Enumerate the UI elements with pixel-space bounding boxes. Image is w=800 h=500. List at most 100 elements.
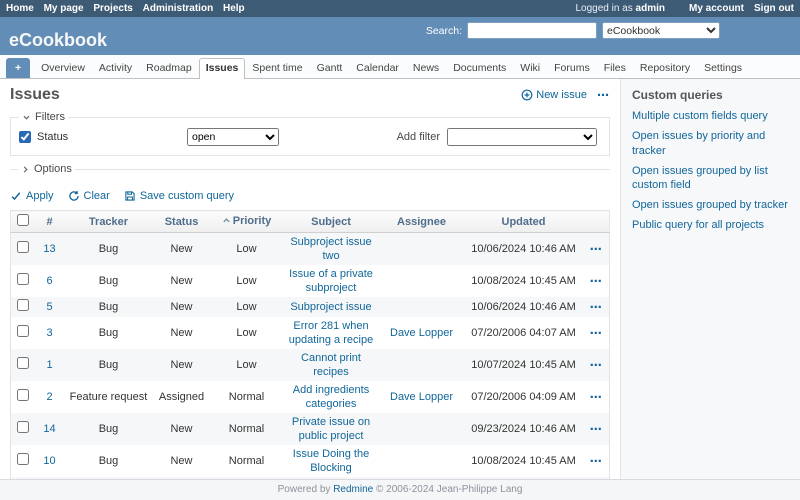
search-label: Search: bbox=[426, 25, 462, 37]
redmine-link[interactable]: Redmine bbox=[333, 484, 373, 495]
tab-gantt[interactable]: Gantt bbox=[310, 58, 350, 78]
issue-id-link[interactable]: 3 bbox=[46, 327, 52, 339]
quick-add-tab[interactable]: + bbox=[6, 58, 30, 78]
top-menu-my-page[interactable]: My page bbox=[44, 3, 84, 14]
status-filter-label[interactable]: Status bbox=[37, 131, 68, 143]
updated-cell: 07/20/2006 04:07 AM bbox=[464, 317, 584, 349]
tab-issues[interactable]: Issues bbox=[199, 58, 246, 79]
issue-id-link[interactable]: 13 bbox=[43, 243, 55, 255]
assignee-link[interactable]: Dave Lopper bbox=[390, 391, 453, 403]
row-select-checkbox[interactable] bbox=[17, 453, 29, 465]
status-operator-select[interactable]: open bbox=[187, 128, 279, 146]
filters-legend-toggle[interactable]: Filters bbox=[19, 111, 68, 123]
tab-repository[interactable]: Repository bbox=[633, 58, 697, 78]
contextual-actions: New issue ⋯ bbox=[521, 88, 610, 102]
sort-by-updated[interactable]: Updated bbox=[502, 216, 546, 228]
row-select-checkbox[interactable] bbox=[17, 325, 29, 337]
tab-files[interactable]: Files bbox=[597, 58, 633, 78]
sign-out-link[interactable]: Sign out bbox=[754, 3, 794, 14]
tab-documents[interactable]: Documents bbox=[446, 58, 513, 78]
issue-subject-link[interactable]: Issue Doing the Blocking bbox=[293, 448, 369, 474]
row-actions-menu[interactable]: ⋯ bbox=[590, 390, 603, 404]
issue-subject-link[interactable]: Private issue on public project bbox=[292, 416, 370, 442]
tab-activity[interactable]: Activity bbox=[92, 58, 139, 78]
sort-by-id[interactable]: # bbox=[46, 216, 52, 228]
row-actions-menu[interactable]: ⋯ bbox=[590, 300, 603, 314]
add-filter-label: Add filter bbox=[397, 131, 440, 143]
sidebar-query-link[interactable]: Public query for all projects bbox=[632, 218, 789, 233]
issue-id-link[interactable]: 1 bbox=[46, 359, 52, 371]
tab-forums[interactable]: Forums bbox=[547, 58, 597, 78]
issue-id-link[interactable]: 6 bbox=[46, 275, 52, 287]
tab-wiki[interactable]: Wiki bbox=[513, 58, 547, 78]
sidebar-query-link[interactable]: Open issues grouped by tracker bbox=[632, 198, 789, 213]
select-all-checkbox[interactable] bbox=[17, 214, 29, 226]
tracker-cell: Bug bbox=[65, 297, 153, 317]
row-actions-menu[interactable]: ⋯ bbox=[590, 358, 603, 372]
status-filter-checkbox[interactable] bbox=[19, 131, 31, 143]
row-select-checkbox[interactable] bbox=[17, 273, 29, 285]
issue-id-link[interactable]: 2 bbox=[46, 391, 52, 403]
assignee-link[interactable]: Dave Lopper bbox=[390, 327, 453, 339]
copyright-text: © 2006-2024 Jean-Philippe Lang bbox=[376, 484, 522, 495]
status-cell: New bbox=[153, 233, 211, 266]
row-select-checkbox[interactable] bbox=[17, 299, 29, 311]
save-query-button[interactable]: Save custom query bbox=[124, 190, 234, 202]
priority-cell: Low bbox=[211, 317, 283, 349]
project-jump-select[interactable]: eCookbook bbox=[602, 22, 720, 39]
sort-by-subject[interactable]: Subject bbox=[311, 216, 351, 228]
status-cell: New bbox=[153, 349, 211, 381]
filter-row: Status open Add filter bbox=[19, 128, 601, 146]
issue-subject-link[interactable]: Add ingredients categories bbox=[293, 384, 369, 410]
add-filter-select[interactable] bbox=[447, 128, 597, 146]
top-menu-help[interactable]: Help bbox=[223, 3, 245, 14]
options-legend-toggle[interactable]: Options bbox=[18, 163, 75, 175]
top-menu-projects[interactable]: Projects bbox=[93, 3, 132, 14]
tab-spent-time[interactable]: Spent time bbox=[245, 58, 309, 78]
row-select-checkbox[interactable] bbox=[17, 357, 29, 369]
issue-subject-link[interactable]: Issue of a private subproject bbox=[289, 268, 373, 294]
sort-by-priority[interactable]: Priority bbox=[222, 215, 272, 227]
new-issue-button[interactable]: New issue bbox=[521, 89, 587, 101]
updated-cell: 09/23/2024 10:46 AM bbox=[464, 413, 584, 445]
row-actions-menu[interactable]: ⋯ bbox=[590, 274, 603, 288]
row-actions-menu[interactable]: ⋯ bbox=[590, 422, 603, 436]
issue-id-link[interactable]: 5 bbox=[46, 301, 52, 313]
row-select-checkbox[interactable] bbox=[17, 389, 29, 401]
issue-row: 14 Bug New Normal Private issue on publi… bbox=[11, 413, 610, 445]
issue-subject-link[interactable]: Error 281 when updating a recipe bbox=[289, 320, 373, 346]
top-menu-administration[interactable]: Administration bbox=[143, 3, 214, 14]
row-select-checkbox[interactable] bbox=[17, 241, 29, 253]
row-actions-menu[interactable]: ⋯ bbox=[590, 242, 603, 256]
tab-settings[interactable]: Settings bbox=[697, 58, 749, 78]
tab-roadmap[interactable]: Roadmap bbox=[139, 58, 199, 78]
tab-overview[interactable]: Overview bbox=[34, 58, 92, 78]
page-actions-menu-button[interactable]: ⋯ bbox=[597, 88, 610, 102]
sidebar-query-link[interactable]: Open issues by priority and tracker bbox=[632, 129, 789, 159]
issue-id-link[interactable]: 14 bbox=[43, 423, 55, 435]
refresh-icon bbox=[68, 190, 80, 202]
issue-subject-link[interactable]: Subproject issue bbox=[290, 301, 371, 313]
top-menu-home[interactable]: Home bbox=[6, 3, 34, 14]
apply-button[interactable]: Apply bbox=[10, 190, 54, 202]
row-actions-menu[interactable]: ⋯ bbox=[590, 454, 603, 468]
issue-subject-link[interactable]: Subproject issue two bbox=[290, 236, 371, 262]
issue-subject-link[interactable]: Cannot print recipes bbox=[301, 352, 361, 378]
sidebar-query-link[interactable]: Open issues grouped by list custom field bbox=[632, 164, 789, 194]
tracker-cell: Bug bbox=[65, 349, 153, 381]
search-input[interactable] bbox=[467, 22, 597, 39]
row-select-checkbox[interactable] bbox=[17, 421, 29, 433]
sort-by-tracker[interactable]: Tracker bbox=[89, 216, 128, 228]
sidebar-query-link[interactable]: Multiple custom fields query bbox=[632, 109, 789, 124]
clear-button[interactable]: Clear bbox=[68, 190, 110, 202]
sort-by-assignee[interactable]: Assignee bbox=[397, 216, 446, 228]
priority-cell: Low bbox=[211, 265, 283, 297]
tab-calendar[interactable]: Calendar bbox=[349, 58, 406, 78]
table-header-row: # Tracker Status Priority Subject Assign… bbox=[11, 211, 610, 233]
my-account-link[interactable]: My account bbox=[689, 3, 744, 14]
row-actions-menu[interactable]: ⋯ bbox=[590, 326, 603, 340]
plus-circle-icon bbox=[521, 89, 533, 101]
issue-id-link[interactable]: 10 bbox=[43, 455, 55, 467]
sort-by-status[interactable]: Status bbox=[165, 216, 199, 228]
tab-news[interactable]: News bbox=[406, 58, 446, 78]
